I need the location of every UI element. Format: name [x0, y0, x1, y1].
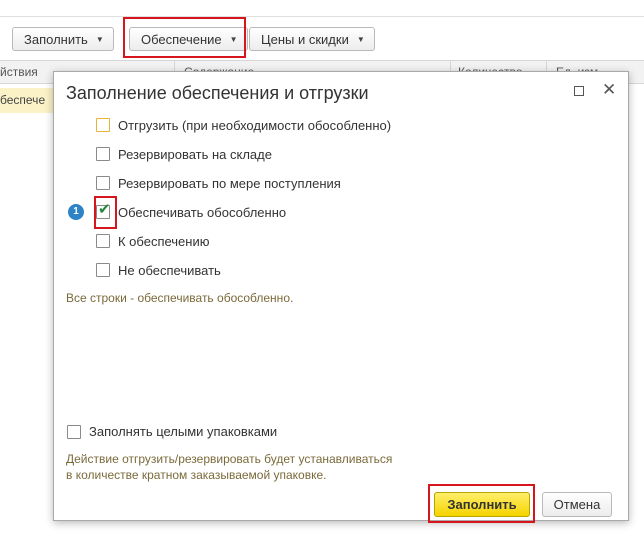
checkbox-reserve-warehouse[interactable] — [96, 147, 110, 161]
chevron-down-icon: ▼ — [229, 34, 238, 44]
checkbox-whole-packages[interactable] — [67, 424, 81, 439]
option-reserve-warehouse[interactable]: Резервировать на складе — [96, 145, 272, 163]
provision-menu-label: Обеспечение — [141, 31, 222, 47]
chevron-down-icon: ▼ — [356, 34, 365, 44]
prices-menu-button[interactable]: Цены и скидки ▼ — [249, 27, 375, 51]
option-whole-packages[interactable]: Заполнять целыми упаковками — [67, 424, 277, 439]
fill-button[interactable]: Заполнить — [434, 492, 530, 517]
option-whole-packages-label: Заполнять целыми упаковками — [89, 424, 278, 439]
option-separate-provision-label: Обеспечивать обособленно — [118, 204, 287, 220]
checkbox-reserve-receipt[interactable] — [96, 176, 110, 190]
option-to-provision-label: К обеспечению — [118, 233, 210, 249]
col-actions: йствия — [0, 65, 38, 79]
provision-dialog: Заполнение обеспечения и отгрузки ✕ Отгр… — [53, 71, 629, 523]
dialog-title: Заполнение обеспечения и отгрузки — [66, 83, 369, 103]
option-separate-provision[interactable]: ✔ Обеспечивать обособленно — [96, 201, 287, 221]
option-no-provision-label: Не обеспечивать — [118, 262, 221, 278]
top-divider — [0, 16, 644, 17]
cancel-button[interactable]: Отмена — [542, 492, 612, 517]
selection-hint: Все строки - обеспечивать обособленно. — [66, 291, 294, 305]
option-reserve-receipt-label: Резервировать по мере поступления — [118, 175, 341, 191]
maximize-icon[interactable] — [574, 86, 584, 96]
checkbox-to-provision[interactable] — [96, 234, 110, 248]
checkbox-separate-provision[interactable]: ✔ — [96, 201, 111, 219]
packages-note-line2: в количестве кратном заказываемой упаков… — [66, 468, 327, 482]
row-action-cell: беспече — [0, 93, 46, 107]
option-ship[interactable]: Отгрузить (при необходимости обособленно… — [96, 116, 391, 134]
option-to-provision[interactable]: К обеспечению — [96, 232, 209, 250]
packages-note: Действие отгрузить/резервировать будет у… — [66, 451, 392, 483]
step-info-icon: 1 — [68, 204, 84, 220]
option-reserve-warehouse-label: Резервировать на складе — [118, 146, 272, 162]
option-reserve-receipt[interactable]: Резервировать по мере поступления — [96, 174, 341, 192]
option-no-provision[interactable]: Не обеспечивать — [96, 261, 221, 279]
prices-menu-label: Цены и скидки — [261, 31, 349, 47]
fill-menu-label: Заполнить — [24, 31, 88, 47]
fill-menu-button[interactable]: Заполнить ▼ — [12, 27, 114, 51]
checkbox-ship[interactable] — [96, 118, 110, 132]
packages-note-line1: Действие отгрузить/резервировать будет у… — [66, 452, 393, 466]
close-icon[interactable]: ✕ — [602, 81, 616, 99]
provision-menu-button[interactable]: Обеспечение ▼ — [129, 27, 248, 51]
checkbox-no-provision[interactable] — [96, 263, 110, 277]
option-ship-label: Отгрузить (при необходимости обособленно… — [118, 117, 392, 133]
checkmark-icon: ✔ — [98, 201, 111, 218]
chevron-down-icon: ▼ — [95, 34, 104, 44]
table-row[interactable]: беспече — [0, 88, 60, 113]
